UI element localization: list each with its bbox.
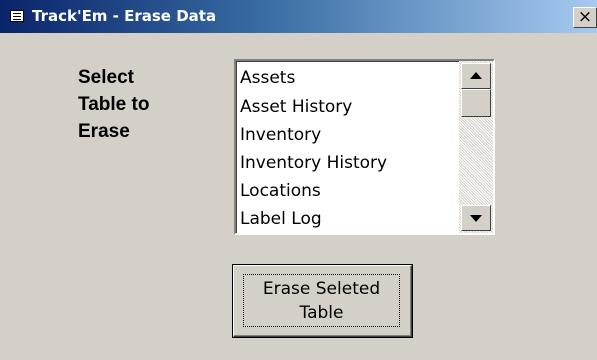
prompt-line: Erase [78, 121, 130, 142]
close-button[interactable]: × [573, 7, 597, 28]
form-icon[interactable] [10, 10, 24, 22]
arrow-up-icon [470, 72, 482, 79]
list-item-asset-history[interactable]: Asset History [237, 93, 459, 121]
vertical-scrollbar[interactable] [459, 61, 493, 233]
scroll-thumb[interactable] [461, 89, 491, 117]
erase-button-line: Erase Seleted [262, 279, 381, 299]
prompt-line: Select [78, 67, 134, 88]
scroll-up-button[interactable] [461, 63, 491, 89]
list-item-label-log[interactable]: Label Log [237, 205, 459, 233]
prompt-line: Table to [78, 94, 150, 115]
list-item-inventory-history[interactable]: Inventory History [237, 149, 459, 177]
list-item-locations[interactable]: Locations [237, 177, 459, 205]
erase-button-label: Erase Seleted Table [243, 277, 400, 325]
list-item-assets[interactable]: Assets [237, 64, 459, 93]
erase-button-line: Table [299, 303, 344, 323]
table-list: Assets Asset History Inventory Inventory… [236, 61, 459, 233]
erase-data-window: Track'Em - Erase Data × Select Table to … [0, 0, 597, 360]
arrow-down-icon [470, 215, 482, 222]
select-table-label: Select Table to Erase [78, 64, 208, 145]
window-title: Track'Em - Erase Data [32, 7, 217, 25]
table-listbox[interactable]: Assets Asset History Inventory Inventory… [234, 59, 495, 235]
erase-selected-table-button[interactable]: Erase Seleted Table [232, 264, 413, 338]
scroll-down-button[interactable] [461, 205, 491, 231]
list-item-inventory[interactable]: Inventory [237, 121, 459, 149]
title-bar[interactable]: Track'Em - Erase Data × [0, 0, 597, 33]
